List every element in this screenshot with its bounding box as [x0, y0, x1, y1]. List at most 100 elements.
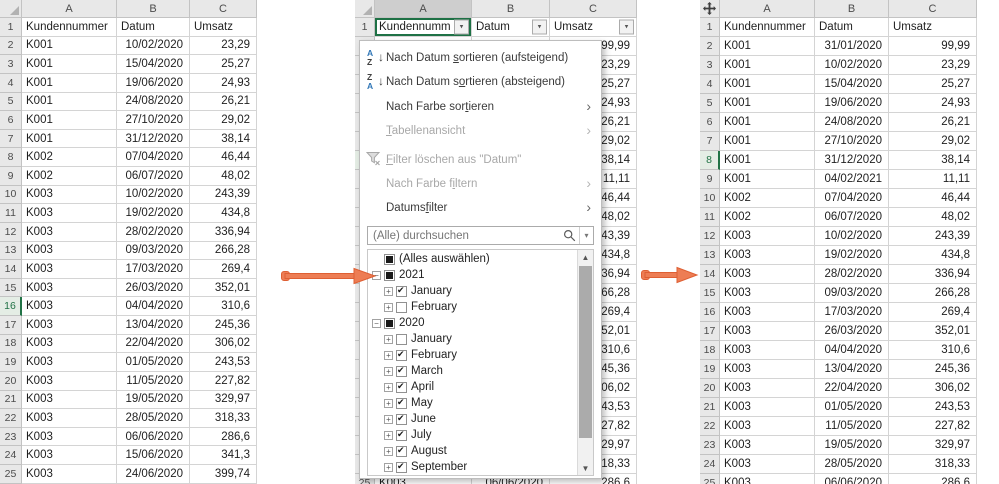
data-cell[interactable]: 04/04/2020: [815, 341, 889, 360]
checkbox-mixed[interactable]: [384, 253, 395, 265]
filter-tree-item[interactable]: + September: [368, 459, 577, 475]
data-cell[interactable]: 17/03/2020: [815, 303, 889, 322]
row-header-23[interactable]: 23: [0, 427, 22, 447]
data-cell[interactable]: 269,4: [889, 303, 977, 322]
expand-icon[interactable]: +: [384, 350, 393, 360]
data-cell[interactable]: K001: [720, 37, 815, 56]
data-cell[interactable]: 31/12/2020: [815, 151, 889, 170]
data-cell[interactable]: 38,14: [889, 151, 977, 170]
row-header-5[interactable]: 5: [700, 94, 720, 113]
checkbox-checked[interactable]: [396, 429, 407, 441]
row-header-10[interactable]: 10: [700, 189, 720, 208]
data-cell[interactable]: 06/06/2020: [815, 474, 889, 484]
data-cell[interactable]: K003: [720, 265, 815, 284]
data-cell[interactable]: K001: [22, 111, 117, 130]
row-header-20[interactable]: 20: [700, 379, 720, 398]
row-header-24[interactable]: 24: [700, 455, 720, 474]
data-cell[interactable]: 09/03/2020: [117, 241, 190, 261]
data-cell[interactable]: 341,3: [190, 446, 257, 465]
row-header-23[interactable]: 23: [700, 436, 720, 455]
data-cell[interactable]: K001: [720, 151, 815, 170]
column-header-C[interactable]: C: [190, 0, 257, 18]
data-cell[interactable]: K003: [22, 409, 117, 428]
row-header-3[interactable]: 3: [0, 55, 22, 74]
column-header-A[interactable]: A: [720, 0, 815, 18]
header-cell-A[interactable]: Kundennummer: [22, 18, 117, 37]
data-cell[interactable]: K002: [720, 208, 815, 227]
data-cell[interactable]: K003: [22, 334, 117, 354]
data-cell[interactable]: K003: [720, 246, 815, 265]
data-cell[interactable]: K003: [720, 341, 815, 360]
header-cell-B[interactable]: Datum: [815, 18, 889, 37]
data-cell[interactable]: K003: [720, 379, 815, 398]
menu-item-sort-by-color[interactable]: Nach Farbe sortieren ›: [360, 95, 601, 119]
row-header-9[interactable]: 9: [700, 170, 720, 189]
row-header-8[interactable]: 8: [700, 151, 720, 170]
row-header-12[interactable]: 12: [0, 222, 22, 242]
data-cell[interactable]: 28/02/2020: [815, 265, 889, 284]
data-cell[interactable]: 07/04/2020: [815, 189, 889, 208]
expand-icon[interactable]: +: [384, 302, 393, 312]
row-header-15[interactable]: 15: [0, 278, 22, 298]
expand-icon[interactable]: +: [384, 398, 393, 408]
row-header-19[interactable]: 19: [700, 360, 720, 379]
data-cell[interactable]: K003: [22, 371, 117, 391]
data-cell[interactable]: 310,6: [889, 341, 977, 360]
row-header-1[interactable]: 1: [355, 18, 375, 37]
data-cell[interactable]: K001: [720, 94, 815, 113]
data-cell[interactable]: 13/04/2020: [815, 360, 889, 379]
checkbox-mixed[interactable]: [384, 269, 395, 281]
data-cell[interactable]: 25,27: [889, 75, 977, 94]
data-cell[interactable]: K003: [22, 204, 117, 223]
filter-dropdown-button-C[interactable]: ▾: [619, 19, 634, 35]
filter-dropdown-button-B[interactable]: ▾: [532, 19, 547, 35]
expand-icon[interactable]: +: [384, 414, 393, 424]
scroll-up-icon[interactable]: ▲: [578, 250, 593, 264]
data-cell[interactable]: K001: [22, 55, 117, 74]
row-header-10[interactable]: 10: [0, 185, 22, 205]
data-cell[interactable]: K003: [22, 316, 117, 335]
scrollbar[interactable]: ▲ ▼: [577, 250, 593, 475]
data-cell[interactable]: 19/06/2020: [117, 73, 190, 93]
data-cell[interactable]: 48,02: [889, 208, 977, 227]
row-header-25[interactable]: 25: [0, 465, 22, 484]
header-cell-C[interactable]: Umsatz: [889, 18, 977, 37]
checkbox-checked[interactable]: [396, 365, 407, 377]
select-all-corner[interactable]: [0, 0, 22, 18]
data-cell[interactable]: 10/02/2020: [117, 36, 190, 56]
data-cell[interactable]: 286,6: [889, 474, 977, 484]
row-header-13[interactable]: 13: [700, 246, 720, 265]
data-cell[interactable]: K003: [720, 322, 815, 341]
data-cell[interactable]: 46,44: [190, 148, 257, 167]
row-header-17[interactable]: 17: [700, 322, 720, 341]
row-header-18[interactable]: 18: [700, 341, 720, 360]
data-cell[interactable]: 10/02/2020: [815, 56, 889, 75]
row-header-13[interactable]: 13: [0, 241, 22, 261]
data-cell[interactable]: 434,8: [190, 204, 257, 223]
data-cell[interactable]: 310,6: [190, 297, 257, 316]
data-cell[interactable]: 318,33: [889, 455, 977, 474]
header-cell-A[interactable]: Kundennumm ▾: [375, 18, 472, 37]
data-cell[interactable]: 318,33: [190, 409, 257, 428]
data-cell[interactable]: 10/02/2020: [117, 185, 190, 205]
checkbox-checked[interactable]: [396, 413, 407, 425]
row-header-2[interactable]: 2: [700, 37, 720, 56]
data-cell[interactable]: 336,94: [889, 265, 977, 284]
data-cell[interactable]: 28/05/2020: [815, 455, 889, 474]
data-cell[interactable]: K001: [720, 56, 815, 75]
data-cell[interactable]: 227,82: [889, 417, 977, 436]
data-cell[interactable]: 06/06/2020: [117, 427, 190, 447]
filter-tree-item[interactable]: + July: [368, 427, 577, 443]
expand-icon[interactable]: +: [384, 430, 393, 440]
data-cell[interactable]: K003: [720, 398, 815, 417]
row-header-22[interactable]: 22: [0, 409, 22, 428]
data-cell[interactable]: K003: [720, 474, 815, 484]
data-cell[interactable]: 29,02: [889, 132, 977, 151]
column-header-A[interactable]: A: [375, 0, 472, 18]
data-cell[interactable]: 11,11: [889, 170, 977, 189]
data-cell[interactable]: 329,97: [889, 436, 977, 455]
data-cell[interactable]: 243,39: [190, 185, 257, 205]
row-header-14[interactable]: 14: [0, 260, 22, 279]
data-cell[interactable]: K003: [720, 360, 815, 379]
data-cell[interactable]: K003: [22, 446, 117, 465]
